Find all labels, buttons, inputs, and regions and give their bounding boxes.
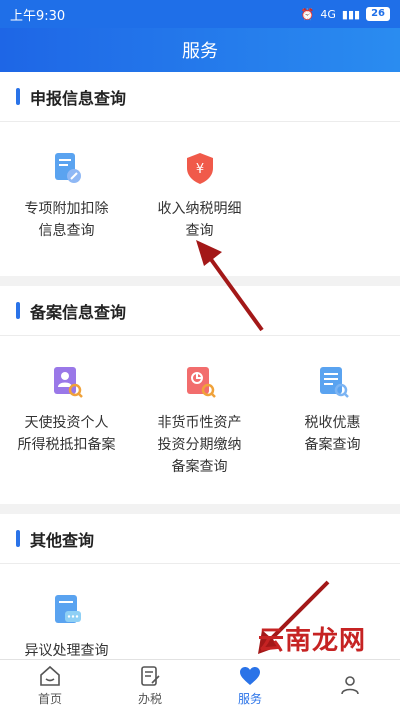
- section-header: 其他查询: [0, 514, 400, 564]
- section-title: 其他查询: [30, 530, 95, 550]
- bottom-tab-bar: 首页 办税 服务: [0, 659, 400, 711]
- section-accent-bar: [16, 302, 20, 319]
- tab-home[interactable]: 首页: [0, 660, 100, 711]
- section-accent-bar: [16, 530, 20, 547]
- tab-me[interactable]: [300, 660, 400, 711]
- status-time: 上午9:30: [10, 8, 66, 24]
- status-bar: 上午9:30 ⏰ 4G ▮▮▮ 26: [0, 0, 400, 28]
- service-income-tax-detail-query[interactable]: ¥ 收入纳税明细 查询: [133, 122, 266, 276]
- title-bar: 服务: [0, 28, 400, 72]
- person-icon: [341, 675, 359, 694]
- tab-service[interactable]: 服务: [200, 660, 300, 711]
- service-objection-query[interactable]: 异议处理查询: [0, 564, 133, 659]
- yuan-shield-icon: ¥: [186, 153, 213, 184]
- service-label: 专项附加扣除 信息查询: [24, 201, 109, 239]
- section-title: 申报信息查询: [30, 88, 127, 108]
- person-search-icon: [53, 367, 83, 398]
- tab-label: 服务: [237, 692, 262, 706]
- tab-tax[interactable]: 办税: [100, 660, 200, 711]
- chart-search-icon: [186, 367, 216, 398]
- service-label: 非货币性资产 投资分期缴纳 备案查询: [157, 415, 242, 475]
- section-declaration-query: 申报信息查询 专项附加扣除 信息查询 ¥ 收入纳税明细 查询: [0, 72, 400, 276]
- section-accent-bar: [16, 88, 20, 105]
- alarm-icon: ⏰: [300, 7, 315, 21]
- battery-icon: 26: [366, 7, 390, 21]
- service-label: 天使投资个人 所得税抵扣备案: [17, 415, 116, 453]
- signal-icon: ▮▮▮: [341, 7, 361, 21]
- service-label: 异议处理查询: [24, 643, 109, 659]
- service-grid: 专项附加扣除 信息查询 ¥ 收入纳税明细 查询: [0, 122, 400, 276]
- tab-label: 首页: [37, 692, 62, 706]
- form-icon: [141, 666, 160, 686]
- list-search-icon: [319, 367, 349, 398]
- svg-text:¥: ¥: [195, 162, 203, 177]
- content-area: 申报信息查询 专项附加扣除 信息查询 ¥ 收入纳税明细 查询 备案信息查询 天使…: [0, 72, 400, 659]
- home-icon: [40, 665, 60, 686]
- service-label: 税收优惠 备案查询: [304, 415, 361, 453]
- section-header: 申报信息查询: [0, 72, 400, 122]
- tab-label: 办税: [137, 692, 162, 706]
- service-special-deduction-query[interactable]: 专项附加扣除 信息查询: [0, 122, 133, 276]
- section-header: 备案信息查询: [0, 286, 400, 336]
- watermark: 云南龙网: [258, 626, 367, 656]
- section-title: 备案信息查询: [30, 302, 127, 322]
- service-tax-preference-filing[interactable]: 税收优惠 备案查询: [266, 336, 399, 504]
- message-document-icon: [54, 595, 81, 623]
- service-grid: 天使投资个人 所得税抵扣备案 非货币性资产 投资分期缴纳 备案查询 税收优惠 备…: [0, 336, 400, 504]
- status-icons: ⏰ 4G ▮▮▮ 26: [301, 7, 390, 21]
- service-non-monetary-asset-filing[interactable]: 非货币性资产 投资分期缴纳 备案查询: [133, 336, 266, 504]
- heart-icon: [240, 667, 260, 685]
- network-label: 4G: [320, 7, 336, 21]
- page-title: 服务: [182, 41, 218, 62]
- service-label: 收入纳税明细 查询: [157, 201, 242, 239]
- document-edit-icon: [54, 153, 81, 183]
- service-angel-investment-filing[interactable]: 天使投资个人 所得税抵扣备案: [0, 336, 133, 504]
- section-filing-query: 备案信息查询 天使投资个人 所得税抵扣备案 非货币性资产 投资分期缴纳 备案查询…: [0, 286, 400, 504]
